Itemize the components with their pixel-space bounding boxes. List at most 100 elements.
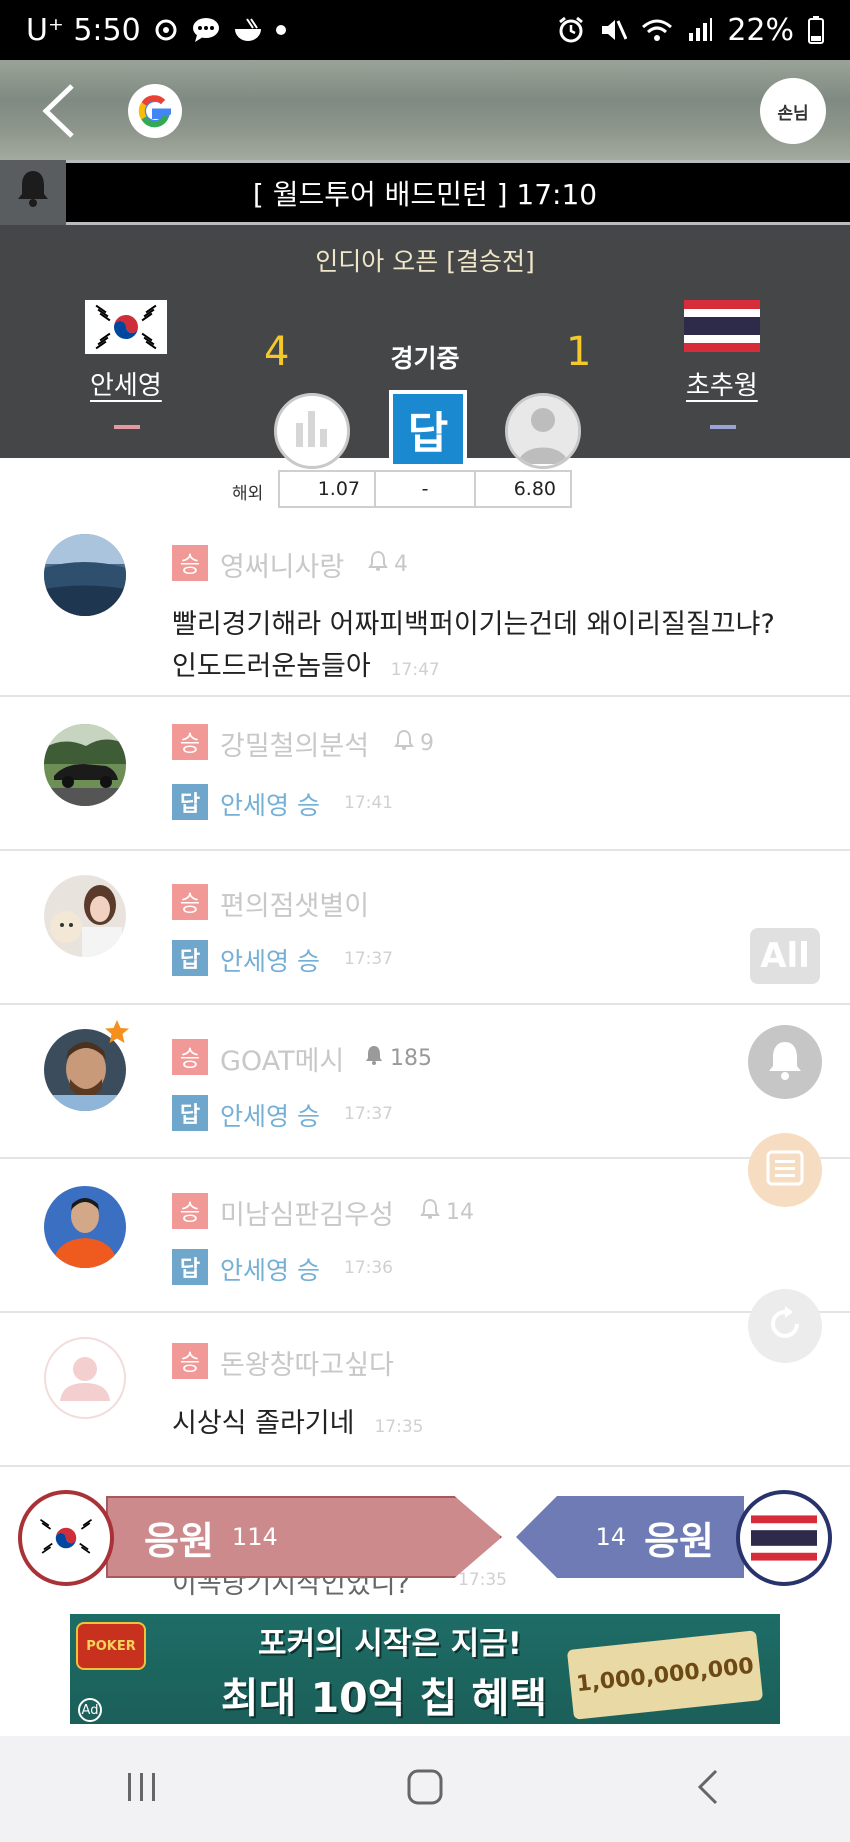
default-person-avatar[interactable] <box>44 1337 126 1419</box>
comment-item[interactable]: 승 돈왕창따고싶다 시상식 졸라기네 17:35 <box>0 1313 850 1467</box>
nickname[interactable]: 강밀철의분석 <box>220 724 369 763</box>
answer-badge: 답 <box>172 940 208 976</box>
mute-icon <box>599 16 628 44</box>
soccer-player-avatar[interactable] <box>44 1186 126 1268</box>
refresh-icon <box>763 1302 807 1350</box>
comment-time: 17:36 <box>344 1258 393 1278</box>
odds-draw[interactable]: - <box>374 470 476 508</box>
league-name: 인디아 오픈 [결승전] <box>315 247 535 276</box>
guest-button[interactable]: 손님 <box>760 78 826 144</box>
openai-icon <box>153 17 179 43</box>
answer-badge: 답 <box>172 784 208 820</box>
home-icon[interactable] <box>405 1767 445 1811</box>
answer-text: 안세영 승 <box>220 1256 320 1285</box>
away-cheer-count: 14 <box>595 1523 627 1551</box>
comment-item[interactable]: 승 강밀철의분석 9 답 안세영 승 17:41 <box>0 697 850 851</box>
match-status: 경기중 <box>390 344 460 373</box>
nickname[interactable]: 영써니사랑 <box>220 545 344 584</box>
ad-subheadline: 최대 10억 칩 혜택 <box>220 1674 548 1722</box>
signal-icon <box>687 17 713 43</box>
bell-icon <box>15 168 51 212</box>
comment-item[interactable]: 승 GOAT메시 185 답 안세영 승 17:37 <box>0 1005 850 1159</box>
back-icon[interactable] <box>688 1767 728 1811</box>
google-icon[interactable] <box>128 84 182 138</box>
all-filter-button[interactable]: All <box>750 928 820 984</box>
stats-chart-button[interactable] <box>274 393 350 469</box>
answer-text: 안세영 승 <box>220 1102 320 1131</box>
comment-text: 시상식 졸라기네 17:35 <box>172 1408 424 1439</box>
odds-home[interactable]: 1.07 <box>278 470 376 508</box>
match-title-bar: [ 월드투어 배드민턴 ] 17:10 <box>0 160 850 225</box>
win-badge: 승 <box>172 545 208 581</box>
bell-outline-icon <box>394 729 414 757</box>
list-button[interactable] <box>748 1133 822 1207</box>
bell-outline-icon <box>420 1198 440 1226</box>
win-badge: 승 <box>172 1039 208 1075</box>
win-badge: 승 <box>172 724 208 760</box>
person-silhouette-icon <box>508 396 578 466</box>
nickname[interactable]: 미남심판김우성 <box>220 1193 394 1232</box>
win-badge: 승 <box>172 884 208 920</box>
recent-apps-icon[interactable] <box>122 1767 162 1811</box>
answer-button[interactable]: 답 <box>389 390 467 468</box>
home-cheer-button[interactable]: 응원 114 <box>106 1496 502 1578</box>
away-color-mark <box>710 425 736 429</box>
comment-time: 17:37 <box>344 949 393 969</box>
app-screen: U⁺ 5:50 22% 손님 [월드투어 배드민턴] 17:10 인디아 오… <box>0 0 850 1842</box>
answer-badge: 답 <box>172 1249 208 1285</box>
list-icon <box>765 1149 805 1191</box>
south-korea-flag-icon <box>18 1490 114 1586</box>
comment-time: 17:41 <box>344 793 393 813</box>
profile-button[interactable] <box>505 393 581 469</box>
answer-badge: 답 <box>172 1095 208 1131</box>
bell-count: 14 <box>420 1198 474 1226</box>
comment-time: 17:35 <box>374 1417 424 1437</box>
bowl-icon <box>233 17 263 43</box>
comment-item[interactable]: 승 영써니사랑 4 빨리경기해라 어짜피백퍼이기는건데 왜이리질질끄냐? 인도드… <box>0 520 850 697</box>
ad-banner[interactable]: POKER Ad 포커의 시작은 지금! 최대 10억 칩 혜택 1,000,0… <box>70 1614 780 1724</box>
top-nav: 손님 <box>0 60 850 160</box>
bell-filled-icon <box>364 1044 384 1072</box>
home-cheer-label: 응원 <box>144 1518 214 1563</box>
nickname[interactable]: 편의점샛별이 <box>220 884 369 923</box>
bar-chart-icon <box>290 407 334 455</box>
nickname[interactable]: GOAT메시 <box>220 1039 344 1078</box>
bell-count: 4 <box>368 550 408 578</box>
refresh-button[interactable] <box>748 1289 822 1363</box>
carrier-time: U⁺ 5:50 <box>26 12 141 48</box>
nickname[interactable]: 돈왕창따고싶다 <box>220 1343 394 1382</box>
landscape-avatar[interactable] <box>44 534 126 616</box>
comment-time: 17:37 <box>344 1104 393 1124</box>
poker-logo: POKER <box>76 1622 146 1670</box>
away-cheer-label: 응원 <box>644 1518 714 1563</box>
ad-headline: 포커의 시작은 지금! <box>258 1626 522 1662</box>
thailand-flag-icon <box>736 1490 832 1586</box>
ad-tag: Ad <box>78 1698 102 1722</box>
bell-count: 9 <box>394 729 434 757</box>
odds-label: 해외 <box>232 484 264 504</box>
match-title: [ 월드투어 배드민턴 ] 17:10 <box>252 177 598 211</box>
woman-dog-avatar[interactable] <box>44 875 126 957</box>
system-nav-bar <box>0 1736 850 1842</box>
home-color-mark <box>114 425 140 429</box>
away-cheer-button[interactable]: 14 응원 <box>516 1496 744 1578</box>
comment-item[interactable]: 승 편의점샛별이 답 안세영 승 17:37 <box>0 851 850 1005</box>
bell-button[interactable] <box>748 1025 822 1099</box>
back-chevron-icon[interactable] <box>36 80 86 140</box>
win-badge: 승 <box>172 1193 208 1229</box>
bell-outline-icon <box>368 550 388 578</box>
star-icon <box>104 1019 130 1049</box>
bell-count: 185 <box>364 1044 432 1072</box>
chat-bubble-icon <box>191 17 221 43</box>
battery-percent: 22% <box>727 12 794 48</box>
cheer-bar: 응원 114 14 응원 <box>0 1482 850 1594</box>
bell-icon <box>765 1038 805 1086</box>
score-panel: 인디아 오픈 [결승전] 안세영 초추웡 4 1 경기중 답 <box>0 225 850 469</box>
wifi-icon <box>641 17 673 43</box>
answer-text: 안세영 승 <box>220 791 320 820</box>
odds-away[interactable]: 6.80 <box>474 470 572 508</box>
car-avatar[interactable] <box>44 724 126 806</box>
comment-time: 17:47 <box>390 660 440 680</box>
comment-item[interactable]: 승 미남심판김우성 14 답 안세영 승 17:36 <box>0 1159 850 1313</box>
alarm-icon <box>557 16 585 44</box>
